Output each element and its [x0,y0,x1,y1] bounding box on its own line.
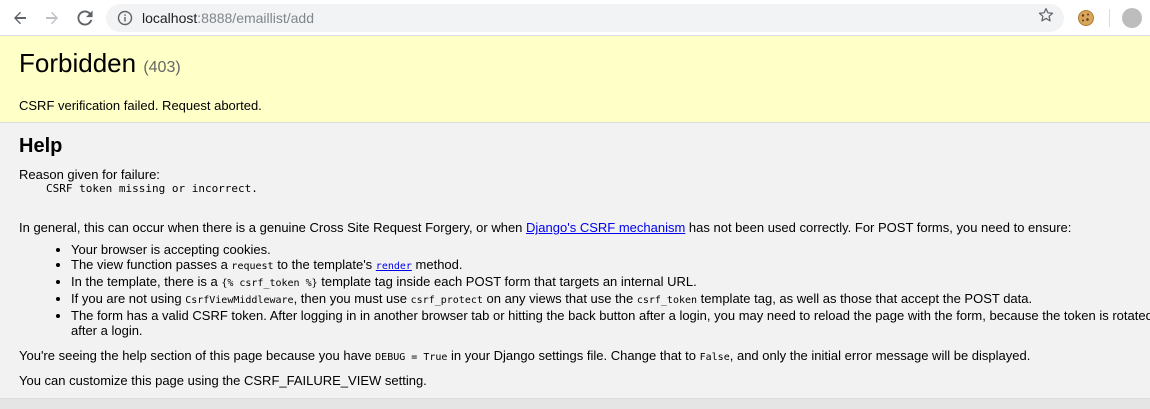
toolbar-separator [1109,9,1110,27]
reason-label: Reason given for failure: [19,167,160,182]
code-csrf-protect: csrf_protect [410,295,483,306]
reload-button[interactable] [74,7,96,29]
general-text-start: In general, this can occur when there is… [19,220,527,235]
item-text: to the template's [273,257,376,272]
general-text-end: has not been used correctly. For POST fo… [685,220,1072,235]
item-text: The view function passes a [71,257,232,272]
browser-toolbar: localhost:8888/emaillist/add [0,0,1150,36]
list-item: The form has a valid CSRF token. After l… [71,308,1150,338]
code-csrf-token: csrf_token [636,295,698,306]
list-item: In the template, there is a {% csrf_toke… [71,274,1150,291]
cookie-icon[interactable] [1077,9,1095,27]
url-path: :8888/emaillist/add [197,10,315,26]
failure-reason: Reason given for failure: CSRF token mis… [19,167,258,196]
code-debug-true: DEBUG = True [375,352,448,363]
error-summary: Forbidden (403) CSRF verification failed… [0,36,1150,123]
reload-icon [77,10,93,26]
forward-button[interactable] [41,7,63,29]
address-bar[interactable]: localhost:8888/emaillist/add [106,4,1064,32]
debug-text: in your Django settings file. Change tha… [447,348,700,363]
help-heading: Help [19,135,63,157]
code-render: render [375,261,412,272]
list-item: If you are not using CsrfViewMiddleware,… [71,291,1150,308]
info-icon[interactable] [117,10,133,26]
django-csrf-link[interactable]: Django's CSRF mechanism [526,220,685,235]
general-explanation: In general, this can occur when there is… [19,220,1071,235]
render-link[interactable]: render [376,257,412,272]
list-item: Your browser is accepting cookies. [71,242,1150,257]
code-false: False [699,352,730,363]
requirements-list: Your browser is accepting cookies. The v… [19,242,1150,338]
forward-arrow-icon [46,11,58,25]
item-text: , then you must use [293,291,411,306]
debug-text: , and only the initial error message wil… [729,348,1031,363]
item-text: method. [411,257,463,272]
reason-value: CSRF token missing or incorrect. [46,182,258,195]
url-text[interactable]: localhost:8888/emaillist/add [142,10,314,26]
item-text: In the template, there is a [71,274,222,289]
item-text: The form has a valid CSRF token. After l… [71,308,1150,338]
code-csrf-token-tag: {% csrf_token %} [221,278,318,289]
item-text: template tag, as well as those that acce… [697,291,1033,306]
star-icon[interactable] [1037,6,1055,24]
debug-text: You're seeing the help section of this p… [19,348,376,363]
debug-note: You're seeing the help section of this p… [19,348,1030,365]
avatar[interactable] [1122,8,1142,28]
page-title: Forbidden (403) [19,48,181,83]
customize-note: You can customize this page using the CS… [19,373,427,388]
status-code: (403) [143,59,181,76]
code-request: request [231,261,274,272]
title-text: Forbidden [19,48,137,78]
item-text: template tag inside each POST form that … [317,274,697,289]
help-section: Help Reason given for failure: CSRF toke… [0,123,1150,398]
url-host: localhost [142,10,198,26]
item-text: Your browser is accepting cookies. [71,242,271,257]
footer-strip [0,398,1150,409]
item-text: on any views that use the [482,291,637,306]
back-arrow-icon [14,11,26,25]
list-item: The view function passes a request to th… [71,257,1150,274]
error-message: CSRF verification failed. Request aborte… [19,98,262,113]
back-button[interactable] [9,7,31,29]
item-text: If you are not using [71,291,186,306]
code-csrf-middleware: CsrfViewMiddleware [185,295,294,306]
